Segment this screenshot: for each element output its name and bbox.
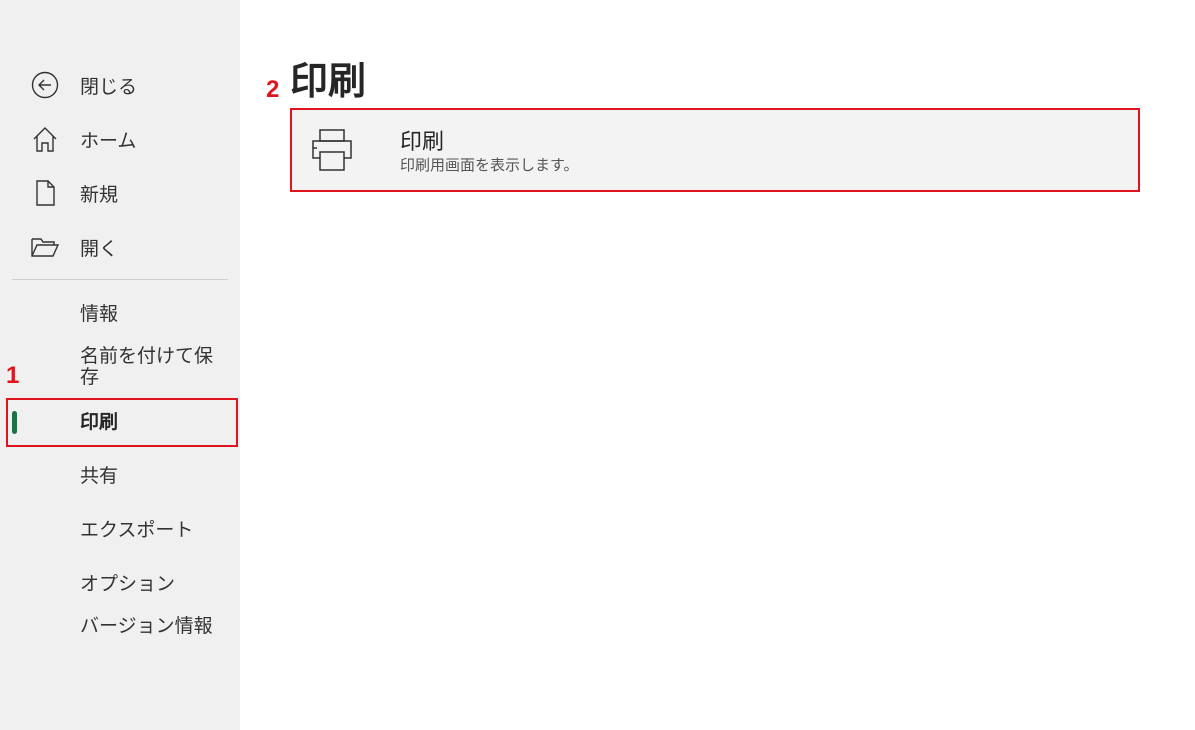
- nav-share[interactable]: 共有: [0, 462, 240, 490]
- new-document-icon: [30, 178, 60, 208]
- nav-export-label: エクスポート: [80, 518, 194, 541]
- nav-close-label: 閉じる: [80, 75, 138, 98]
- nav-home-label: ホーム: [80, 129, 137, 152]
- nav-home[interactable]: ホーム: [0, 122, 240, 156]
- nav-new[interactable]: 新規: [0, 176, 240, 210]
- nav-new-label: 新規: [80, 183, 119, 206]
- nav-close[interactable]: 閉じる: [0, 68, 240, 102]
- nav-share-label: 共有: [80, 464, 119, 487]
- open-folder-icon: [30, 232, 60, 262]
- backstage-sidebar: 閉じる ホーム 新規 開く 情報 名前を付けて保存 印刷 共有 エクスポート オ…: [0, 0, 240, 730]
- print-option-button[interactable]: 印刷 印刷用画面を表示します。: [290, 108, 1140, 192]
- nav-info[interactable]: 情報: [0, 300, 240, 328]
- page-title: 印刷: [290, 59, 367, 103]
- back-arrow-icon: [30, 70, 60, 100]
- annotation-marker-2: 2: [266, 76, 280, 103]
- nav-info-label: 情報: [80, 302, 119, 325]
- nav-save-as[interactable]: 名前を付けて保存: [0, 346, 240, 390]
- annotation-marker-1: 1: [6, 362, 20, 389]
- nav-version-info-label: バージョン情報: [80, 615, 213, 637]
- nav-export[interactable]: エクスポート: [0, 516, 240, 544]
- nav-options[interactable]: オプション: [0, 570, 240, 598]
- nav-open[interactable]: 開く: [0, 230, 240, 264]
- nav-version-info[interactable]: バージョン情報: [0, 616, 240, 660]
- annotation-box-1: [6, 398, 238, 447]
- nav-options-label: オプション: [80, 572, 176, 595]
- home-icon: [30, 124, 60, 154]
- printer-icon: [310, 128, 358, 174]
- sidebar-divider: [12, 279, 228, 280]
- print-option-description: 印刷用画面を表示します。: [400, 156, 579, 174]
- print-option-title: 印刷: [400, 130, 445, 155]
- nav-save-as-label: 名前を付けて保存: [80, 345, 214, 388]
- nav-open-label: 開く: [80, 237, 119, 260]
